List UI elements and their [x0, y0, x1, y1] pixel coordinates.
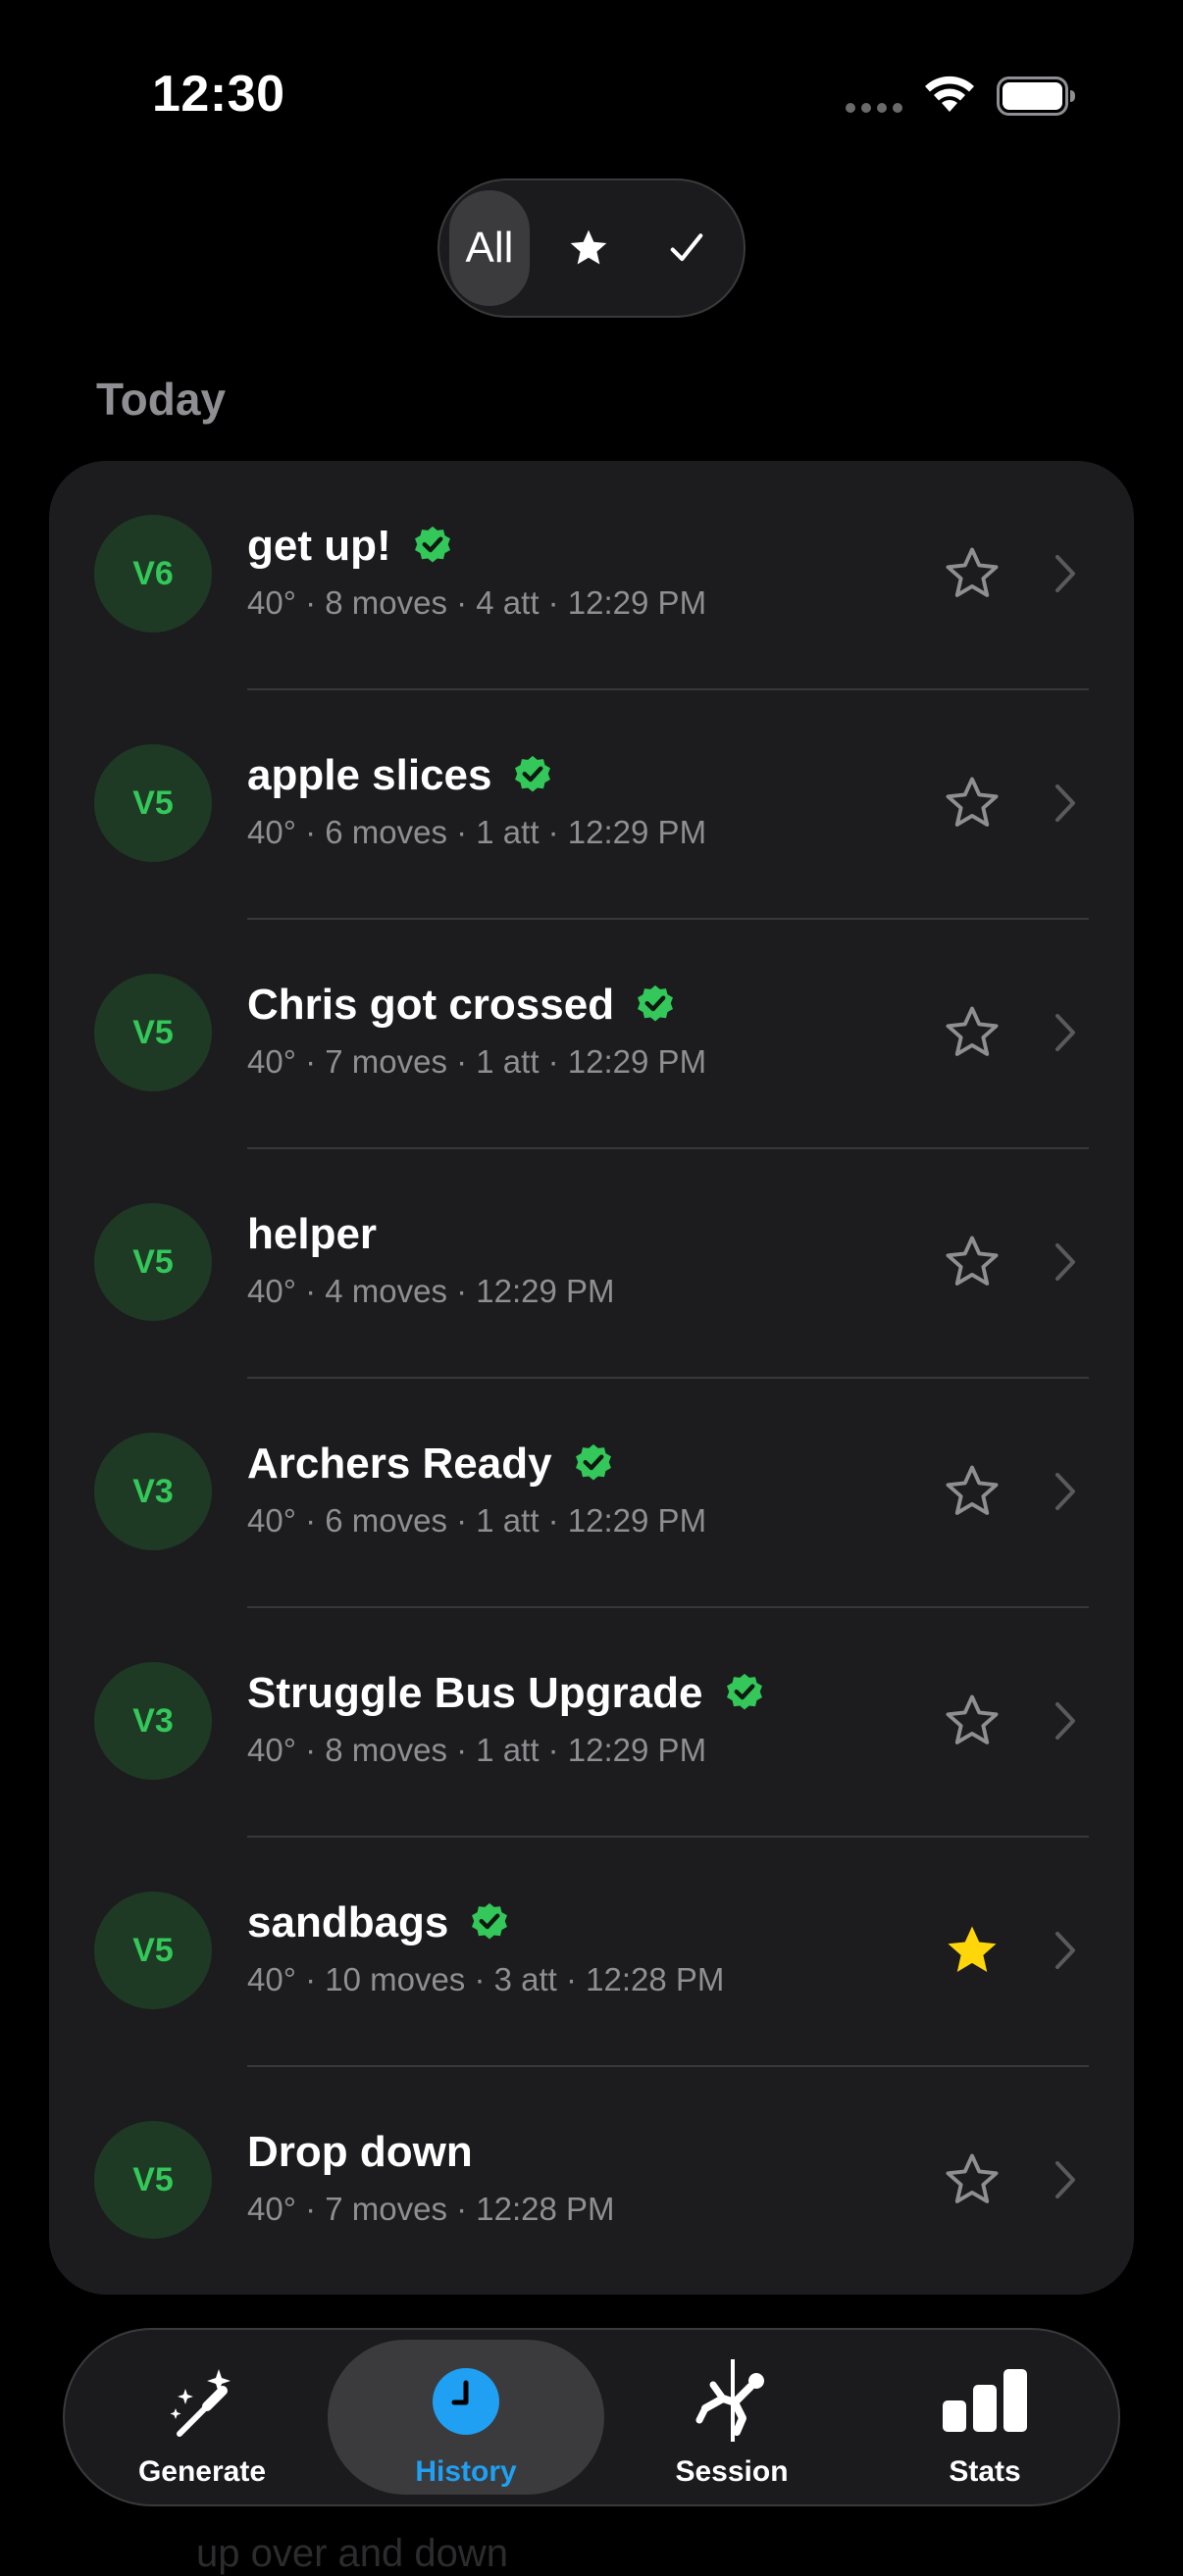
magic-wand-icon — [170, 2369, 231, 2437]
climb-row[interactable]: V3 Struggle Bus Upgrade 40° · 8 moves · 1 … — [49, 1608, 1134, 1838]
climb-row[interactable]: V5 Drop down 40° · 7 moves · 12:28 PM — [49, 2067, 1134, 2297]
wifi-icon — [925, 76, 974, 112]
status-time: 12:30 — [152, 66, 285, 123]
star-outline-icon[interactable] — [942, 2149, 1003, 2210]
climb-meta: 40° · 8 moves · 4 att · 12:29 PM — [247, 584, 707, 621]
climb-title-line: apple slices — [247, 751, 554, 800]
battery-icon — [997, 76, 1075, 116]
tab-stats[interactable]: Stats — [867, 2340, 1103, 2495]
climb-row[interactable]: V5 apple slices 40° · 6 moves · 1 att · 12… — [49, 690, 1134, 920]
grade-badge: V3 — [94, 1662, 212, 1780]
verified-check-icon — [726, 1673, 762, 1710]
chevron-right-icon — [1055, 1473, 1075, 1510]
star-outline-icon[interactable] — [942, 773, 1003, 833]
climb-row[interactable]: V6 get up! 40° · 8 moves · 4 att · 12:29 P… — [49, 461, 1134, 690]
climb-title-line: helper — [247, 1210, 377, 1259]
verified-check-icon — [515, 755, 551, 792]
checkmark-icon — [670, 233, 703, 262]
star-outline-icon[interactable] — [942, 1461, 1003, 1522]
filter-segmented-control: All — [437, 178, 746, 318]
grade-badge: V5 — [94, 2121, 212, 2239]
filter-completed-button[interactable] — [640, 190, 734, 306]
tab-history[interactable]: History — [328, 2340, 604, 2495]
section-header-today: Today — [96, 374, 227, 425]
grade-badge: V5 — [94, 974, 212, 1091]
climb-row[interactable]: V3 Archers Ready 40° · 6 moves · 1 att · 1… — [49, 1379, 1134, 1608]
verified-check-icon — [472, 1902, 508, 1940]
climb-meta: 40° · 10 moves · 3 att · 12:28 PM — [247, 1961, 725, 1997]
climb-name: Archers Ready — [247, 1440, 552, 1488]
climb-title-line: Drop down — [247, 2128, 473, 2177]
climb-title-line: Struggle Bus Upgrade — [247, 1669, 766, 1718]
grade-badge: V5 — [94, 1203, 212, 1321]
climb-meta: 40° · 7 moves · 1 att · 12:29 PM — [247, 1043, 707, 1080]
climber-icon — [695, 2359, 764, 2442]
climb-title-line: Chris got crossed — [247, 981, 677, 1030]
climb-title-line: Archers Ready — [247, 1440, 615, 1489]
star-outline-icon[interactable] — [942, 543, 1003, 604]
grade-badge: V5 — [94, 744, 212, 862]
star-outline-icon[interactable] — [942, 1002, 1003, 1063]
climb-title-line: get up! — [247, 522, 454, 571]
tab-session-label: Session — [675, 2455, 789, 2488]
star-outline-icon[interactable] — [942, 1691, 1003, 1751]
tab-session[interactable]: Session — [614, 2340, 849, 2495]
climb-row[interactable]: V5 Chris got crossed 40° · 7 moves · 1 att… — [49, 920, 1134, 1149]
chevron-right-icon — [1055, 2161, 1075, 2198]
grade-badge: V5 — [94, 1892, 212, 2009]
chevron-right-icon — [1055, 555, 1075, 592]
climb-name: apple slices — [247, 751, 492, 799]
chevron-right-icon — [1055, 1702, 1075, 1740]
climb-name: Struggle Bus Upgrade — [247, 1669, 703, 1717]
tab-bar: Generate History Session Stats — [63, 2328, 1120, 2506]
climb-name: get up! — [247, 522, 391, 570]
tab-stats-label: Stats — [949, 2455, 1021, 2488]
chevron-right-icon — [1055, 1932, 1075, 1969]
climb-name: Chris got crossed — [247, 981, 615, 1029]
star-outline-icon[interactable] — [942, 1232, 1003, 1292]
chevron-right-icon — [1055, 1014, 1075, 1051]
climb-row[interactable]: V5 sandbags 40° · 10 moves · 3 att · 12:28… — [49, 1838, 1134, 2067]
filter-all-button[interactable]: All — [449, 190, 530, 306]
chevron-right-icon — [1055, 784, 1075, 822]
star-filled-icon[interactable] — [942, 1920, 1003, 1981]
bar-chart-icon — [943, 2369, 1027, 2432]
filter-starred-button[interactable] — [541, 190, 636, 306]
climb-meta: 40° · 6 moves · 1 att · 12:29 PM — [247, 814, 707, 850]
clock-icon — [433, 2368, 499, 2435]
climb-list: V6 get up! 40° · 8 moves · 4 att · 12:29 P… — [49, 461, 1134, 2295]
climb-name: helper — [247, 1210, 378, 1258]
verified-check-icon — [638, 985, 674, 1022]
verified-check-icon — [414, 526, 450, 563]
chevron-right-icon — [1055, 1243, 1075, 1281]
grade-badge: V6 — [94, 515, 212, 632]
climb-name: Drop down — [247, 2128, 473, 2176]
peek-list-item-title: up over and down — [196, 2532, 509, 2575]
climb-meta: 40° · 7 moves · 12:28 PM — [247, 2191, 615, 2227]
climb-meta: 40° · 6 moves · 1 att · 12:29 PM — [247, 1502, 707, 1539]
climb-title-line: sandbags — [247, 1898, 511, 1947]
tab-generate[interactable]: Generate — [84, 2340, 320, 2495]
tab-generate-label: Generate — [137, 2455, 267, 2488]
filter-all-label: All — [465, 224, 514, 272]
star-filled-icon — [570, 229, 607, 265]
grade-badge: V3 — [94, 1433, 212, 1550]
status-bar: 12:30 — [0, 0, 1183, 186]
cellular-signal-icon — [846, 103, 902, 113]
climb-meta: 40° · 4 moves · 12:29 PM — [247, 1273, 615, 1309]
verified-check-icon — [575, 1443, 611, 1481]
tab-history-label: History — [415, 2455, 517, 2488]
climb-name: sandbags — [247, 1898, 449, 1946]
climb-row[interactable]: V5 helper 40° · 4 moves · 12:29 PM — [49, 1149, 1134, 1379]
climb-meta: 40° · 8 moves · 1 att · 12:29 PM — [247, 1732, 707, 1768]
